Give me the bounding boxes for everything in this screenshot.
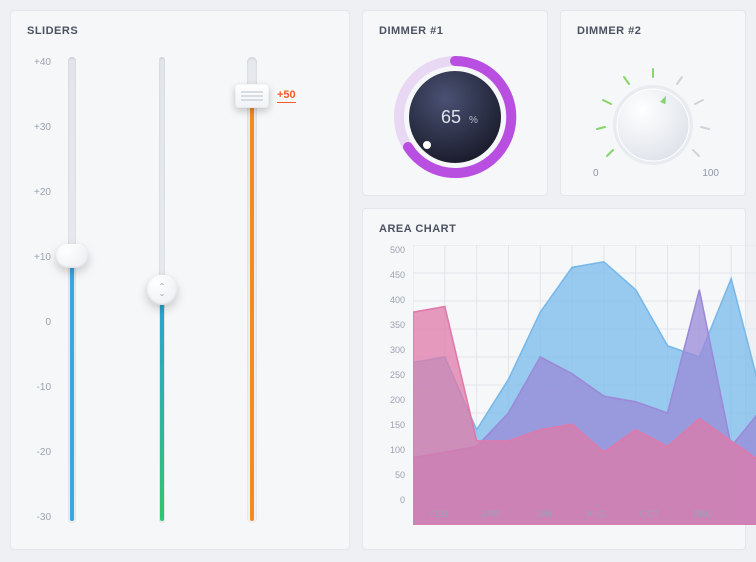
sliders-card: SLIDERS +40+30+20+100-10-20-30: [10, 10, 350, 550]
slider-2-thumb[interactable]: [147, 275, 177, 305]
chart-x-axis: FEBAPRJUNAUGOCTDEC: [413, 509, 729, 525]
slider-1-thumb[interactable]: [56, 244, 88, 268]
area-chart-title: AREA CHART: [379, 223, 729, 235]
dimmer-2-max-label: 100: [702, 168, 719, 179]
dimmer-1-percent: %: [469, 115, 478, 126]
slider-3-thumb[interactable]: [235, 84, 269, 108]
slider-2-fill: [160, 278, 164, 521]
chart-y-axis: 500450400350300250200150100500: [379, 245, 409, 505]
slider-3-fill: [250, 84, 254, 521]
dimmer-2-knob[interactable]: [578, 47, 728, 187]
dimmer-1-card: DIMMER #1 65 %: [362, 10, 548, 196]
dimmer-2-card: DIMMER #2: [560, 10, 746, 196]
dimmer-2-title: DIMMER #2: [577, 25, 729, 37]
dimmer-1-value: 65: [441, 107, 461, 127]
dimmer-1-knob[interactable]: 65 %: [385, 47, 525, 187]
slider-2[interactable]: [121, 47, 175, 533]
sliders-title: SLIDERS: [27, 25, 333, 37]
slider-1-fill: [70, 244, 74, 521]
slider-3-value-label: +50: [277, 89, 296, 103]
slider-scale: +40+30+20+100-10-20-30: [31, 47, 59, 533]
dimmer-1-title: DIMMER #1: [379, 25, 531, 37]
slider-3[interactable]: +50: [211, 47, 265, 533]
dimmer-2-min-label: 0: [593, 168, 599, 179]
area-chart: [413, 245, 756, 525]
area-chart-card: AREA CHART 50045040035030025020015010050…: [362, 208, 746, 550]
slider-1[interactable]: +40+30+20+100-10-20-30: [31, 47, 85, 533]
